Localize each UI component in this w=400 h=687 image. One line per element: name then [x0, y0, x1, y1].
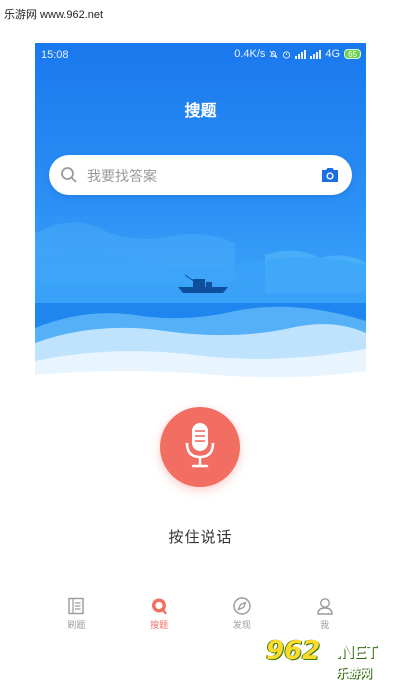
microphone-icon [185, 423, 215, 468]
alarm-icon [283, 50, 291, 59]
signal-icon [295, 49, 307, 59]
tab-me[interactable]: 我 [283, 591, 366, 635]
status-time: 15:08 [41, 49, 69, 61]
logo-number: 962 [266, 636, 321, 666]
sea-illustration [35, 222, 366, 388]
tab-practice[interactable]: 刷题 [35, 591, 118, 635]
watermark-site-text: 乐游网 www.962.net [4, 9, 104, 21]
watermark-logo: 962 .NET 乐游网 [262, 634, 398, 684]
compass-icon [233, 597, 251, 615]
voice-record-button[interactable] [160, 407, 240, 487]
tab-discover[interactable]: 发现 [201, 591, 284, 635]
phone-screen: 15:08 0.4K/s 4G 65 搜题 我要找答案 按住说话 刷题 搜题 发… [35, 43, 366, 635]
list-icon [68, 597, 85, 615]
tab-label: 发现 [232, 621, 251, 631]
logo-sub: 乐游网 [336, 666, 373, 680]
status-bar: 15:08 0.4K/s 4G 65 [35, 43, 366, 67]
mute-icon [269, 50, 278, 58]
search-tab-icon [152, 598, 167, 615]
signal-icon-2 [310, 49, 322, 59]
tab-label: 搜题 [150, 621, 169, 631]
hold-to-speak-label: 按住说话 [168, 528, 233, 546]
tab-search[interactable]: 搜题 [118, 591, 201, 635]
network-speed: 0.4K/s [234, 48, 266, 60]
search-placeholder: 我要找答案 [87, 169, 157, 185]
bottom-tab-bar: 刷题 搜题 发现 我 [35, 591, 366, 635]
status-icons: 0.4K/s 4G 65 [234, 48, 361, 60]
camera-icon[interactable] [320, 166, 340, 184]
tab-label: 我 [320, 621, 330, 631]
search-icon [61, 167, 77, 183]
person-icon [316, 598, 333, 615]
network-type: 4G [325, 48, 341, 60]
tab-label: 刷题 [67, 621, 86, 631]
battery-icon: 65 [344, 49, 361, 59]
logo-net: .NET [336, 642, 378, 662]
search-input[interactable]: 我要找答案 [49, 155, 352, 195]
page-title: 搜题 [184, 101, 217, 120]
hero-header: 15:08 0.4K/s 4G 65 搜题 我要找答案 [35, 43, 366, 388]
